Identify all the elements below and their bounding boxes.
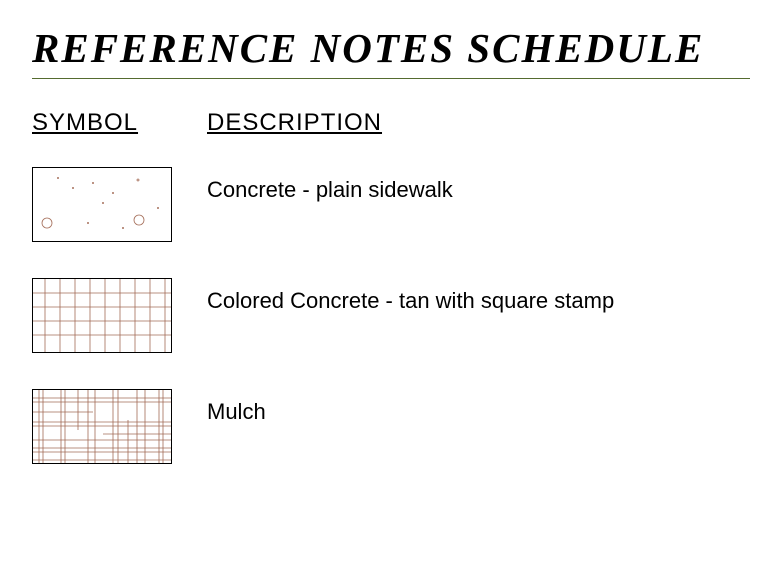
title-underline (32, 78, 750, 79)
table-row: Colored Concrete - tan with square stamp (32, 278, 750, 353)
page-title: REFERENCE NOTES SCHEDULE (32, 24, 750, 72)
description-cell: Concrete - plain sidewalk (207, 167, 453, 203)
symbol-cell (32, 389, 207, 464)
table-row: Mulch (32, 389, 750, 464)
symbol-mulch (32, 389, 172, 464)
description-header: DESCRIPTION (207, 109, 382, 137)
description-cell: Mulch (207, 389, 266, 425)
symbol-cell (32, 278, 207, 353)
description-cell: Colored Concrete - tan with square stamp (207, 278, 614, 314)
symbol-concrete-plain (32, 167, 172, 242)
column-headers: SYMBOL DESCRIPTION (32, 109, 750, 137)
table-row: Concrete - plain sidewalk (32, 167, 750, 242)
symbol-cell (32, 167, 207, 242)
symbol-colored-concrete (32, 278, 172, 353)
symbol-header: SYMBOL (32, 109, 207, 137)
